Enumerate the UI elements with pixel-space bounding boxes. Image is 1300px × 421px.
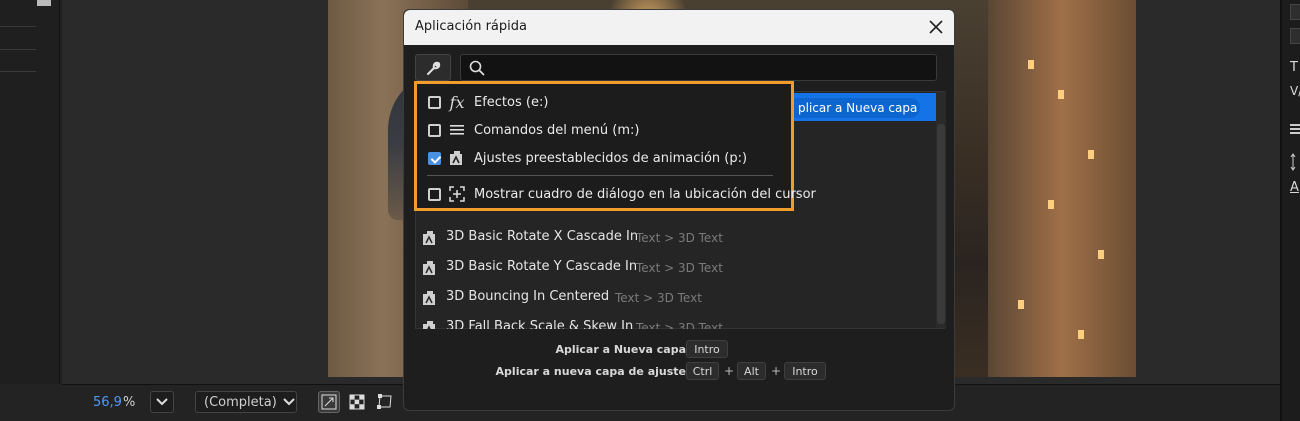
zoom-dropdown-button[interactable] xyxy=(150,391,174,413)
mask-path-icon[interactable] xyxy=(374,391,396,413)
filter-animation-presets-label: Ajustes preestablecidos de animación (p:… xyxy=(474,150,748,166)
filter-menu-commands-label: Comandos del menú (m:) xyxy=(474,122,640,138)
search-icon xyxy=(469,60,485,76)
filter-effects-checkbox[interactable] xyxy=(428,95,441,109)
shortcut-label: Aplicar a Nueva capa xyxy=(555,343,686,356)
filter-effects[interactable]: fx Efectos (e:) xyxy=(428,90,778,114)
filter-settings-button[interactable] xyxy=(415,54,451,81)
results-scrollbar[interactable] xyxy=(936,92,946,328)
key-badge: Intro xyxy=(686,340,728,358)
filter-effects-label: Efectos (e:) xyxy=(474,94,549,110)
resolution-label: (Completa) xyxy=(204,394,277,410)
list-item[interactable]: 3D Fall Back Scale & Skew In Text > 3D T… xyxy=(416,313,934,329)
shortcut-apply-new-layer: Aplicar a Nueva capa Intro xyxy=(404,340,954,360)
option-dialog-at-cursor-label: Mostrar cuadro de diálogo en la ubicació… xyxy=(474,186,816,202)
result-path: Text > 3D Text xyxy=(636,231,723,245)
resolution-dropdown[interactable]: (Completa) xyxy=(195,391,297,413)
wrench-icon xyxy=(427,61,441,75)
result-path: Text > 3D Text xyxy=(636,261,723,275)
key-badge: Ctrl xyxy=(686,362,719,380)
filter-menu-commands-checkbox[interactable] xyxy=(428,123,441,137)
key-badge: Alt xyxy=(737,362,766,380)
filter-animation-presets-checkbox[interactable] xyxy=(428,151,441,165)
result-name: 3D Fall Back Scale & Skew In xyxy=(446,319,634,329)
chevron-down-icon xyxy=(156,398,168,406)
dialog-title: Aplicación rápida xyxy=(415,19,527,34)
dialog-titlebar: Aplicación rápida xyxy=(404,10,954,45)
app-window: T V/ A 56,9 % (Completa) Apl xyxy=(0,0,1300,421)
align-icon[interactable] xyxy=(1290,120,1300,139)
shortcut-label: Aplicar a nueva capa de ajuste xyxy=(495,365,686,378)
panel-divider xyxy=(0,71,36,72)
zoom-value[interactable]: 56,9 xyxy=(93,395,122,410)
filter-animation-presets[interactable]: Ajustes preestablecidos de animación (p:… xyxy=(428,146,778,170)
apply-action-button[interactable]: plicar a Nueva capa xyxy=(788,98,920,118)
search-field[interactable] xyxy=(460,54,937,81)
fast-preview-icon[interactable] xyxy=(318,391,340,413)
shortcut-apply-adjustment-layer: Aplicar a nueva capa de ajuste Ctrl + Al… xyxy=(404,362,954,382)
chevron-down-icon xyxy=(283,398,295,406)
result-name: 3D Basic Rotate Y Cascade In xyxy=(446,259,638,274)
left-panel xyxy=(0,0,60,384)
panel-swatch[interactable] xyxy=(1290,28,1300,44)
menu-divider xyxy=(427,175,773,176)
list-item[interactable]: 3D Bouncing In Centered Text > 3D Text xyxy=(416,283,934,313)
key-badge: Intro xyxy=(784,362,826,380)
panel-swatch[interactable] xyxy=(1290,4,1300,20)
result-path: Text > 3D Text xyxy=(636,321,723,329)
fx-icon: fx xyxy=(449,92,465,112)
menu-lines-icon xyxy=(448,121,466,139)
close-icon xyxy=(929,20,943,34)
animation-preset-icon xyxy=(423,321,435,329)
key-separator: + xyxy=(771,364,782,378)
animation-preset-icon xyxy=(448,149,466,167)
scrollbar-thumb[interactable] xyxy=(937,124,945,324)
panel-divider xyxy=(0,49,36,50)
option-dialog-at-cursor-checkbox[interactable] xyxy=(428,187,441,201)
animation-preset-icon xyxy=(423,231,435,245)
zoom-unit: % xyxy=(123,395,136,410)
panel-divider xyxy=(0,26,36,27)
search-input[interactable] xyxy=(491,58,921,78)
filter-menu: fx Efectos (e:) Comandos del menú (m:) A… xyxy=(414,81,816,211)
panel-text-a: A xyxy=(1290,180,1299,195)
cursor-location-icon xyxy=(448,185,466,203)
building-right xyxy=(988,0,1136,377)
close-button[interactable] xyxy=(925,16,947,38)
filter-menu-commands[interactable]: Comandos del menú (m:) xyxy=(428,118,778,142)
result-name: 3D Bouncing In Centered xyxy=(446,289,610,304)
transparency-grid-icon[interactable] xyxy=(346,391,368,413)
animation-preset-icon xyxy=(423,291,435,305)
list-item[interactable]: 3D Basic Rotate Y Cascade In Text > 3D T… xyxy=(416,253,934,283)
result-path: Text > 3D Text xyxy=(615,291,702,305)
result-name: 3D Basic Rotate X Cascade In xyxy=(446,229,639,244)
key-separator: + xyxy=(724,364,735,378)
line-height-icon[interactable] xyxy=(1290,153,1300,175)
panel-text-t: T xyxy=(1290,60,1298,75)
right-panel: T V/ A xyxy=(1280,0,1300,421)
list-item[interactable]: 3D Basic Rotate X Cascade In Text > 3D T… xyxy=(416,223,934,253)
panel-handle-icon[interactable] xyxy=(37,0,51,6)
option-dialog-at-cursor[interactable]: Mostrar cuadro de diálogo en la ubicació… xyxy=(428,182,816,206)
animation-preset-icon xyxy=(423,261,435,275)
quick-apply-dialog: Aplicación rápida plicar a Nueva capa 3D… xyxy=(403,9,955,411)
panel-text-va: V/ xyxy=(1290,84,1300,98)
